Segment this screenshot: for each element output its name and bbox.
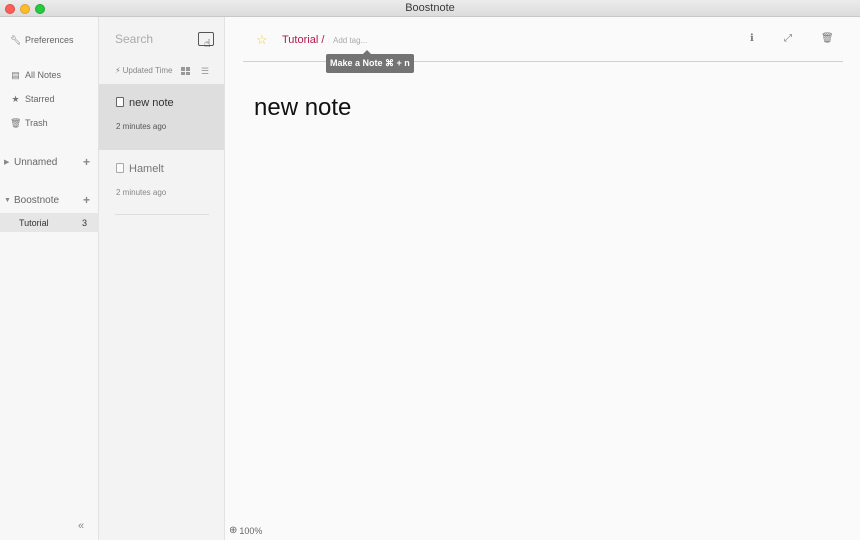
- app-window: Boostnote 🔧︎ Preferences ▤ All Notes ★ S…: [0, 0, 860, 540]
- add-folder-icon[interactable]: +: [83, 193, 90, 207]
- list-view-icon[interactable]: ☰: [201, 66, 209, 77]
- star-icon[interactable]: ☆: [256, 32, 268, 48]
- folder-breadcrumb[interactable]: Tutorial /: [282, 34, 324, 46]
- note-updated-time: 2 minutes ago: [116, 122, 167, 131]
- zoom-level: 100%: [239, 525, 263, 536]
- folder-tutorial[interactable]: Tutorial 3: [0, 213, 99, 232]
- add-tag-input[interactable]: Add tag...: [333, 36, 367, 45]
- document-icon: [116, 97, 124, 107]
- wrench-icon: 🔧︎: [10, 34, 22, 45]
- caret-down-icon: ▼: [4, 196, 11, 204]
- add-folder-icon[interactable]: +: [83, 155, 90, 169]
- grid-view-icon[interactable]: [181, 67, 190, 75]
- note-heading[interactable]: new note: [254, 94, 351, 122]
- preferences-label: Preferences: [25, 35, 74, 45]
- zoom-icon: ⊕: [229, 525, 238, 536]
- new-note-button[interactable]: ☝︎: [198, 32, 214, 50]
- note-list: Search ☝︎ ⚡︎ Updated Time ☰ new note 2 m…: [99, 17, 225, 540]
- storage-boostnote[interactable]: ▼ Boostnote +: [0, 191, 99, 209]
- note-detail: ☆ Tutorial / Add tag... ℹ︎ ⤢ 🗑︎ Make a N…: [225, 17, 860, 540]
- note-title: Hamelt: [129, 163, 164, 175]
- hand-cursor-icon: ☝︎: [204, 38, 211, 50]
- side-nav: 🔧︎ Preferences ▤ All Notes ★ Starred 🗑︎ …: [0, 17, 99, 540]
- nav-starred[interactable]: ★ Starred: [10, 91, 55, 107]
- storage-name: Boostnote: [14, 194, 60, 206]
- zoom-indicator[interactable]: ⊕ 100%: [229, 525, 262, 536]
- nav-trash[interactable]: 🗑︎ Trash: [10, 115, 48, 131]
- bolt-icon: ⚡︎: [115, 66, 121, 75]
- collapse-sidebar-button[interactable]: «: [78, 520, 84, 532]
- archive-icon: ▤: [11, 69, 20, 80]
- trash-icon[interactable]: 🗑︎: [821, 33, 834, 44]
- fullscreen-icon[interactable]: ⤢: [784, 33, 792, 44]
- document-icon: [116, 163, 124, 173]
- trash-label: Trash: [25, 118, 48, 128]
- sort-label: Updated Time: [122, 66, 173, 75]
- sort-selector[interactable]: ⚡︎ Updated Time: [115, 66, 172, 75]
- star-icon: ★: [11, 93, 20, 104]
- starred-label: Starred: [25, 94, 55, 104]
- title-bar: Boostnote: [0, 0, 860, 17]
- all-notes-label: All Notes: [25, 70, 62, 80]
- note-item[interactable]: new note 2 minutes ago: [99, 84, 224, 150]
- note-title: new note: [129, 97, 174, 109]
- folder-note-count: 3: [81, 217, 87, 228]
- nav-all-notes[interactable]: ▤ All Notes: [10, 67, 61, 83]
- list-divider: [115, 214, 209, 215]
- storage-unnamed[interactable]: ▶ Unnamed +: [0, 153, 99, 171]
- info-icon[interactable]: ℹ︎: [750, 33, 754, 44]
- storage-name: Unnamed: [14, 156, 58, 168]
- search-input[interactable]: Search: [115, 32, 153, 46]
- note-item[interactable]: Hamelt 2 minutes ago: [99, 150, 224, 216]
- preferences-button[interactable]: 🔧︎ Preferences: [10, 32, 74, 48]
- new-note-tooltip: Make a Note ⌘ + n: [326, 50, 414, 73]
- trash-icon: 🗑︎: [10, 117, 22, 128]
- folder-name: Tutorial: [19, 217, 49, 228]
- note-updated-time: 2 minutes ago: [116, 188, 167, 197]
- caret-right-icon: ▶: [4, 159, 10, 166]
- window-title: Boostnote: [405, 2, 455, 14]
